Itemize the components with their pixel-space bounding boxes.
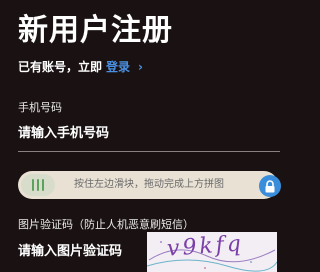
captcha-image[interactable]: v9kfq [147,232,277,272]
page-title: 新用户注册 [18,13,173,48]
login-prompt-text: 已有账号，立即 [18,60,103,74]
login-link[interactable]: 登录 [106,58,130,76]
phone-divider [18,151,280,152]
grip-line [37,179,39,191]
slider-handle[interactable] [21,174,55,196]
lock-icon [259,175,281,197]
grip-line [42,179,44,191]
captcha-input[interactable]: 请输入图片验证码 [18,243,122,261]
login-prompt: 已有账号，立即 登录 › [18,58,143,76]
slider-hint: 按住左边滑块，拖动完成上方拼图 [74,179,224,190]
phone-input[interactable]: 请输入手机号码 [18,125,109,143]
chevron-right-icon[interactable]: › [138,58,143,76]
phone-label: 手机号码 [18,101,62,114]
grip-line [32,179,34,191]
slider-verification[interactable]: 按住左边滑块，拖动完成上方拼图 [18,171,278,199]
captcha-label: 图片验证码（防止人机恶意刷短信） [18,218,194,231]
